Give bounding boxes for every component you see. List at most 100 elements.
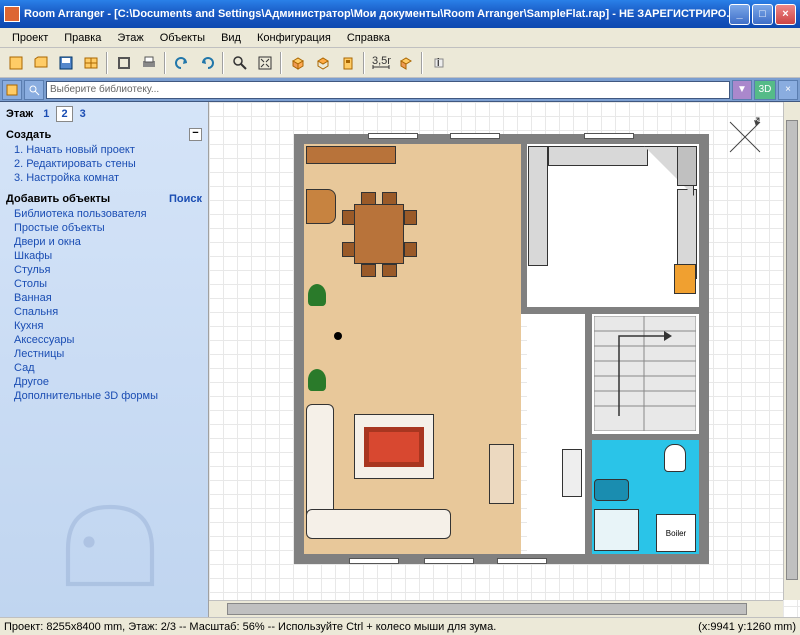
shower[interactable]	[594, 509, 639, 551]
plant-2[interactable]	[308, 369, 326, 391]
window-top-3[interactable]	[584, 133, 634, 139]
chair-1[interactable]	[342, 210, 355, 225]
cat-bathroom[interactable]: Ванная	[14, 291, 202, 305]
fridge[interactable]	[677, 146, 697, 186]
menu-project[interactable]: Проект	[4, 30, 56, 46]
floor-3[interactable]: 3	[76, 107, 90, 121]
sidebar: Этаж 1 2 3 Создать − 1. Начать новый про…	[0, 102, 209, 617]
cat-user-library[interactable]: Библиотека пользователя	[14, 207, 202, 221]
status-left: Проект: 8255x8400 mm, Этаж: 2/3 -- Масшт…	[4, 621, 698, 633]
armchair[interactable]	[306, 189, 336, 224]
cat-bedroom[interactable]: Спальня	[14, 305, 202, 319]
create-section-heading: Создать −	[6, 128, 202, 141]
wizard-button[interactable]	[79, 51, 102, 74]
chair-5[interactable]	[361, 192, 376, 205]
library-search-input[interactable]: Выберите библиотеку...	[46, 81, 730, 99]
cabinet[interactable]	[306, 146, 396, 164]
dining-table[interactable]	[354, 204, 404, 264]
cat-garden[interactable]: Сад	[14, 361, 202, 375]
sink[interactable]	[594, 479, 629, 501]
chair-6[interactable]	[382, 192, 397, 205]
fit-screen-button[interactable]	[253, 51, 276, 74]
cat-wardrobes[interactable]: Шкафы	[14, 249, 202, 263]
view-3d-button[interactable]	[286, 51, 309, 74]
chair-2[interactable]	[342, 242, 355, 257]
horizontal-scrollbar[interactable]	[209, 600, 783, 617]
measure-button[interactable]: 3,5m	[369, 51, 392, 74]
window-bottom-3[interactable]	[497, 558, 547, 564]
svg-text:3,5m: 3,5m	[372, 55, 391, 67]
chair-3[interactable]	[404, 210, 417, 225]
undo-button[interactable]	[170, 51, 193, 74]
boiler-cabinet[interactable]: Boiler	[656, 514, 696, 552]
sofa-b[interactable]	[306, 509, 451, 539]
cat-stairs[interactable]: Лестницы	[14, 347, 202, 361]
create-room-setup[interactable]: 3. Настройка комнат	[14, 171, 202, 185]
maximize-button[interactable]: □	[752, 4, 773, 25]
menu-edit[interactable]: Правка	[56, 30, 109, 46]
chair-8[interactable]	[382, 264, 397, 277]
main-toolbar: 3,5m i	[0, 48, 800, 78]
info-button[interactable]: i	[427, 51, 450, 74]
cat-tables[interactable]: Столы	[14, 277, 202, 291]
library-button[interactable]	[394, 51, 417, 74]
menu-view[interactable]: Вид	[213, 30, 249, 46]
open-button[interactable]	[29, 51, 52, 74]
edit-walls-button[interactable]	[112, 51, 135, 74]
create-edit-walls[interactable]: 2. Редактировать стены	[14, 157, 202, 171]
search-objects-link[interactable]: Поиск	[169, 193, 202, 205]
floor-1[interactable]: 1	[39, 107, 53, 121]
3d-toggle-button[interactable]: 3D	[754, 80, 776, 100]
counter-top[interactable]	[548, 146, 648, 166]
cat-chairs[interactable]: Стулья	[14, 263, 202, 277]
menu-objects[interactable]: Объекты	[152, 30, 213, 46]
window-bottom-1[interactable]	[349, 558, 399, 564]
close-button[interactable]: ×	[775, 4, 796, 25]
rug[interactable]	[364, 427, 424, 467]
zoom-button[interactable]	[228, 51, 251, 74]
plant-1[interactable]	[308, 284, 326, 306]
cat-other[interactable]: Другое	[14, 375, 202, 389]
design-canvas[interactable]: Boiler	[209, 102, 800, 617]
search-library-button[interactable]	[24, 80, 44, 100]
dropdown-button[interactable]: ▼	[732, 80, 752, 100]
appliance[interactable]	[674, 264, 696, 294]
chair-7[interactable]	[361, 264, 376, 277]
new-project-button[interactable]	[4, 51, 27, 74]
minimize-button[interactable]: _	[729, 4, 750, 25]
menu-config[interactable]: Конфигурация	[249, 30, 339, 46]
toilet[interactable]	[664, 444, 686, 472]
view-3d-alt-button[interactable]	[311, 51, 334, 74]
window-top-1[interactable]	[368, 133, 418, 139]
sidebar-toolbar: Выберите библиотеку... ▼ 3D ×	[0, 78, 800, 102]
floor-heading: Этаж 1 2 3	[6, 108, 202, 120]
vertical-scrollbar[interactable]	[783, 102, 800, 600]
save-button[interactable]	[54, 51, 77, 74]
window-titlebar: Room Arranger - [C:\Documents and Settin…	[0, 0, 800, 28]
floor-2[interactable]: 2	[56, 106, 72, 122]
menu-help[interactable]: Справка	[339, 30, 398, 46]
create-new-project[interactable]: 1. Начать новый проект	[14, 143, 202, 157]
staircase[interactable]	[594, 316, 696, 431]
collapse-create-button[interactable]: −	[189, 128, 202, 141]
walk-button[interactable]	[336, 51, 359, 74]
cat-simple-objects[interactable]: Простые объекты	[14, 221, 202, 235]
chair-4[interactable]	[404, 242, 417, 257]
library-home-button[interactable]	[2, 80, 22, 100]
cat-3d-shapes[interactable]: Дополнительные 3D формы	[14, 389, 202, 403]
hall-cabinet[interactable]	[562, 449, 582, 497]
window-bottom-2[interactable]	[424, 558, 474, 564]
cat-kitchen[interactable]: Кухня	[14, 319, 202, 333]
window-title: Room Arranger - [C:\Documents and Settin…	[24, 8, 729, 20]
compass-icon	[720, 112, 770, 162]
redo-button[interactable]	[195, 51, 218, 74]
close-sidebar-button[interactable]: ×	[778, 80, 798, 100]
tv-stand[interactable]	[489, 444, 514, 504]
cat-doors-windows[interactable]: Двери и окна	[14, 235, 202, 249]
print-button[interactable]	[137, 51, 160, 74]
window-top-2[interactable]	[450, 133, 500, 139]
cat-accessories[interactable]: Аксессуары	[14, 333, 202, 347]
menu-floor[interactable]: Этаж	[109, 30, 151, 46]
counter-left[interactable]	[528, 146, 548, 266]
svg-text:i: i	[437, 57, 439, 69]
